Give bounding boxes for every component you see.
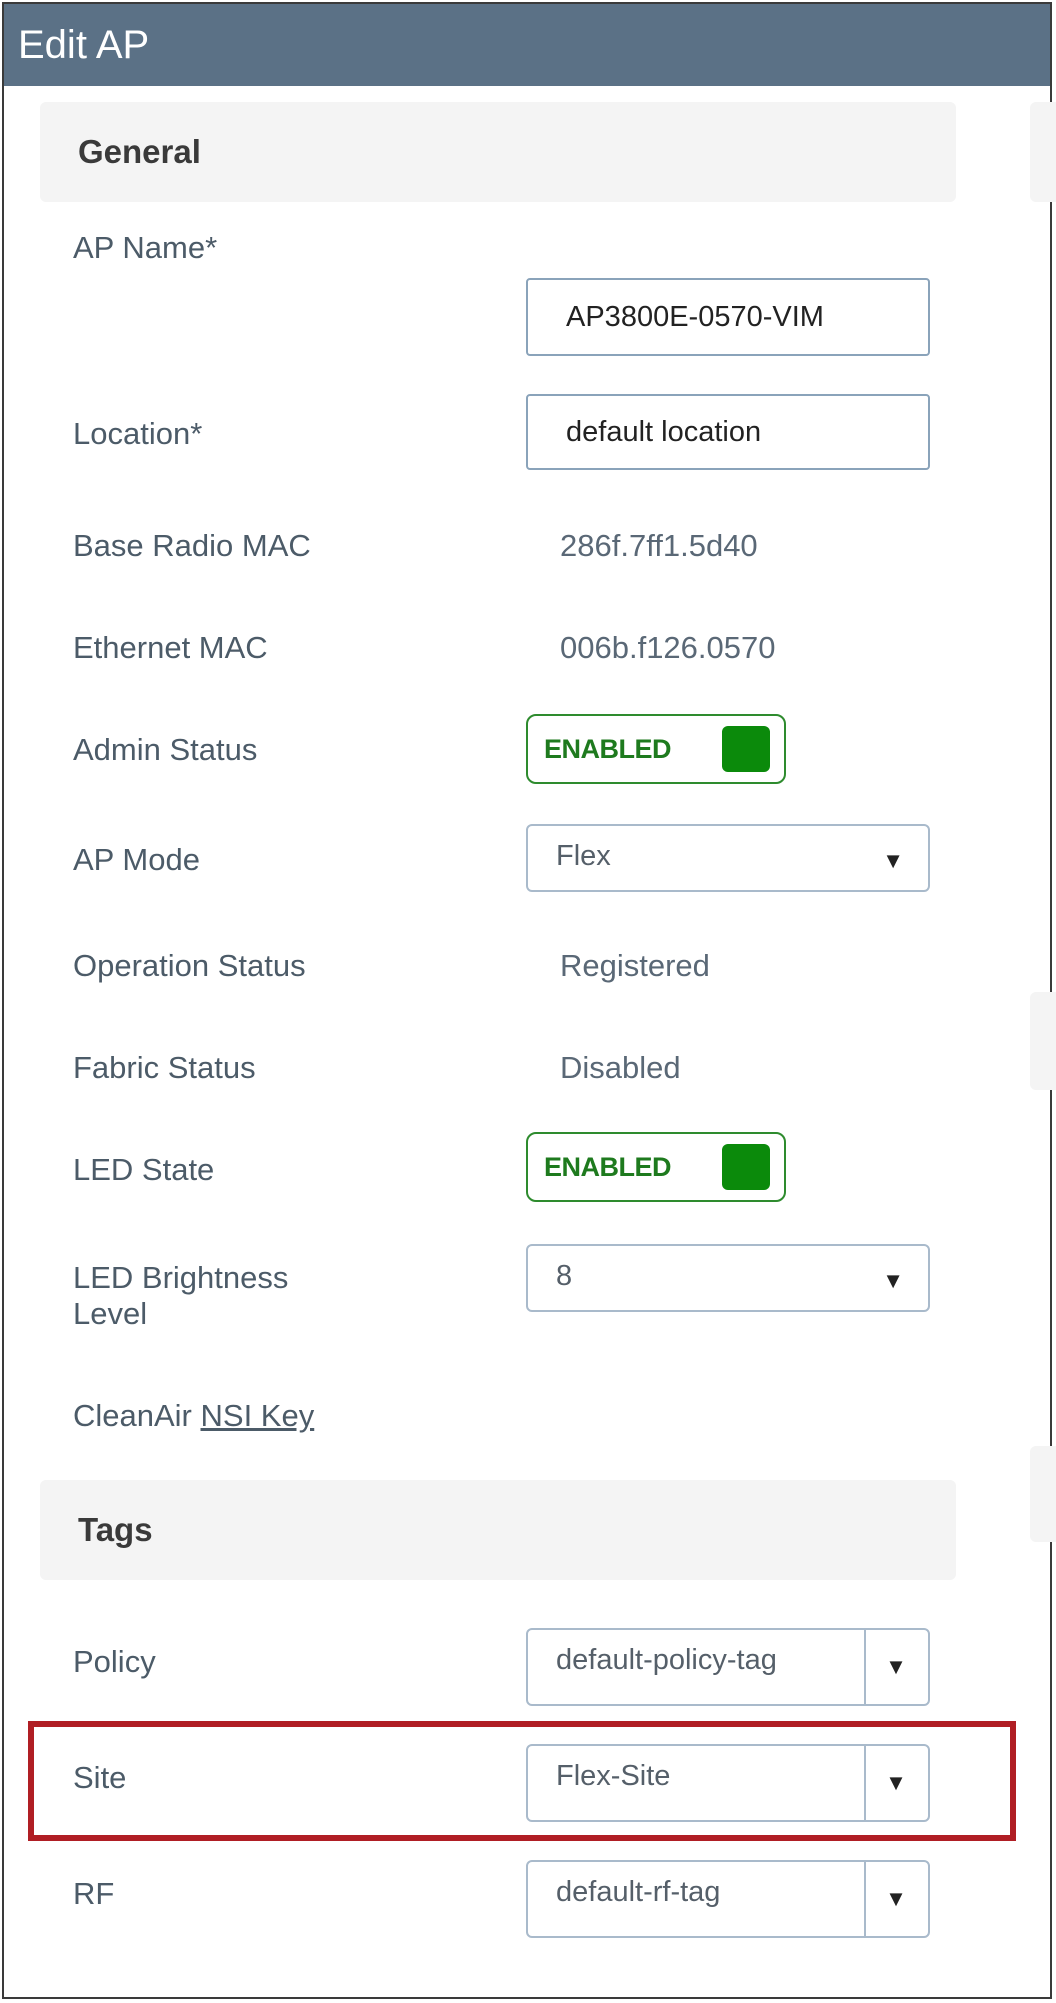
rf-tag-label: RF [73,1876,115,1911]
ap-name-input[interactable]: AP3800E-0570-VIM [526,278,930,356]
led-brightness-label-line2: Level [73,1295,148,1331]
general-section-header[interactable]: General [40,102,956,202]
location-label: Location* [73,416,203,451]
nsi-key-link[interactable]: NSI Key [201,1398,315,1433]
right-panel-tags-stub [1030,1446,1056,1542]
admin-status-label: Admin Status [73,732,258,767]
dialog-title: Edit AP [4,4,1050,86]
policy-tag-selected-value: default-policy-tag [556,1644,777,1676]
fabric-status-value: Disabled [560,1050,681,1085]
policy-tag-select[interactable]: default-policy-tag ▼ [526,1628,930,1706]
led-state-toggle-text: ENABLED [544,1152,672,1182]
right-panel-section-stub [1030,992,1056,1090]
fabric-status-label: Fabric Status [73,1050,256,1085]
led-state-toggle[interactable]: ENABLED [526,1132,786,1202]
ap-name-label: AP Name* [73,230,218,265]
site-tag-selected-value: Flex-Site [556,1760,671,1792]
led-brightness-label-line1: LED Brightness [73,1260,289,1295]
caret-down-icon: ▼ [882,1268,904,1293]
rf-tag-select[interactable]: default-rf-tag ▼ [526,1860,930,1938]
toggle-knob-icon [722,726,770,772]
right-panel-header-stub [1030,102,1056,202]
ap-mode-selected-value: Flex [556,840,611,872]
toggle-knob-icon [722,1144,770,1190]
cleanair-label: CleanAir [73,1398,192,1433]
site-tag-label: Site [73,1760,127,1795]
location-input[interactable]: default location [526,394,930,470]
caret-down-icon[interactable]: ▼ [864,1630,928,1704]
ap-mode-select[interactable]: Flex ▼ [526,824,930,892]
admin-status-toggle[interactable]: ENABLED [526,714,786,784]
policy-tag-label: Policy [73,1644,156,1679]
operation-status-value: Registered [560,948,710,983]
caret-down-icon: ▼ [882,848,904,873]
led-brightness-select[interactable]: 8 ▼ [526,1244,930,1312]
caret-down-icon[interactable]: ▼ [864,1862,928,1936]
led-brightness-label: LED Brightness Level [73,1260,288,1331]
base-radio-mac-value: 286f.7ff1.5d40 [560,528,758,563]
cleanair-row: CleanAir NSI Key [73,1398,314,1434]
operation-status-label: Operation Status [73,948,306,983]
ethernet-mac-label: Ethernet MAC [73,630,268,665]
tags-section-header[interactable]: Tags [40,1480,956,1580]
led-brightness-selected-value: 8 [556,1260,573,1292]
edit-ap-dialog: Edit AP General AP Name* AP3800E-0570-VI… [2,2,1056,1999]
led-state-label: LED State [73,1152,215,1187]
ethernet-mac-value: 006b.f126.0570 [560,630,776,665]
rf-tag-selected-value: default-rf-tag [556,1876,721,1908]
ap-mode-label: AP Mode [73,842,200,877]
base-radio-mac-label: Base Radio MAC [73,528,311,563]
admin-status-toggle-text: ENABLED [544,734,672,764]
caret-down-icon[interactable]: ▼ [864,1746,928,1820]
site-tag-select[interactable]: Flex-Site ▼ [526,1744,930,1822]
